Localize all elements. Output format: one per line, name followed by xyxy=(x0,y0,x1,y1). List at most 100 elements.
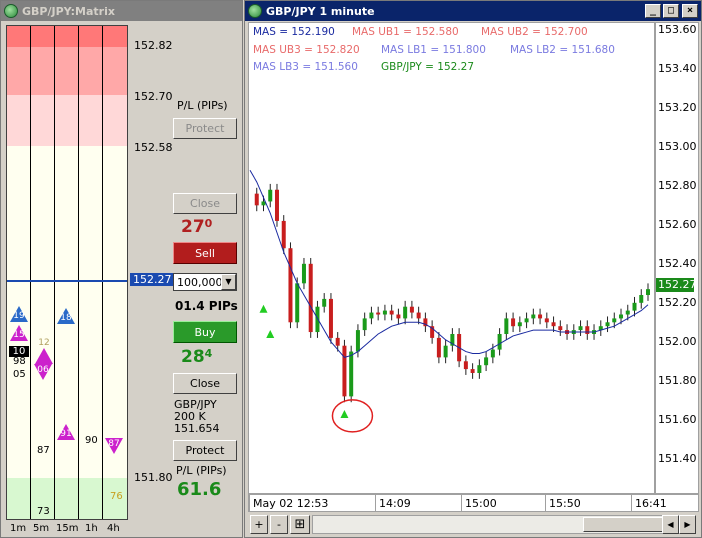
zone-ub2 xyxy=(7,47,127,95)
y-tick-label: 153.40 xyxy=(658,61,697,75)
candle-body xyxy=(497,334,502,350)
candle-body xyxy=(477,365,482,373)
annotation-circle xyxy=(331,399,374,433)
candle-body xyxy=(632,302,637,311)
buy-count: 284 xyxy=(181,347,213,367)
buy-signal-arrow xyxy=(259,304,268,313)
candle-body xyxy=(524,318,529,323)
close-sell-button[interactable]: Close xyxy=(173,193,237,214)
grid-col-line xyxy=(30,26,31,519)
candle-body xyxy=(342,345,347,397)
scroll-left-button[interactable]: ◀ xyxy=(662,515,679,534)
marker-label: 18 xyxy=(60,313,72,323)
matrix-titlebar[interactable]: GBP/JPY:Matrix xyxy=(1,1,242,21)
candle-body xyxy=(511,318,516,327)
zoom-out-button[interactable]: - xyxy=(270,515,288,534)
pl-label: P/L (PIPs) xyxy=(177,99,228,112)
y-tick-label: 153.60 xyxy=(658,22,697,36)
quantity-select[interactable]: 100,000 ▼ xyxy=(173,273,237,291)
matrix-price-level: 152.58 xyxy=(134,141,173,154)
scroll-right-button[interactable]: ▶ xyxy=(679,515,696,534)
y-tick-label: 152.20 xyxy=(658,295,697,309)
x-tick-label: 14:09 xyxy=(379,497,411,510)
candle-body xyxy=(322,298,327,307)
candle-body xyxy=(369,312,374,319)
x-tick-mark xyxy=(545,495,546,511)
x-tick-mark xyxy=(249,495,250,511)
candle-body xyxy=(538,314,543,319)
candle-body xyxy=(517,322,522,327)
candle-body xyxy=(504,318,509,334)
maximize-button[interactable]: □ xyxy=(663,4,679,18)
timeframe-label: 1m xyxy=(10,523,27,534)
candle-body xyxy=(619,314,624,319)
app-icon xyxy=(4,4,18,18)
x-tick-mark xyxy=(631,495,632,511)
chart-window: GBP/JPY 1 minute _ □ × MAS = 152.190 MAS… xyxy=(244,0,702,538)
spread-value: 01.4 PIPs xyxy=(175,299,238,313)
close-button[interactable]: × xyxy=(682,4,698,18)
cell-value: 98 xyxy=(13,356,26,367)
candle-body xyxy=(612,318,617,323)
close-buy-button[interactable]: Close xyxy=(173,373,237,394)
marker-5m-up xyxy=(35,348,53,364)
sell-count: 270 xyxy=(181,217,213,237)
matrix-window: GBP/JPY:Matrix 19 15 18 12 06 91 87 10 9… xyxy=(0,0,243,538)
current-price-tag: 152.27 xyxy=(656,278,697,292)
x-tick-mark xyxy=(375,495,376,511)
candle-body xyxy=(254,193,259,206)
quantity-value: 100,000 xyxy=(177,276,223,289)
candle-body xyxy=(443,345,448,358)
marker-label: 06 xyxy=(37,365,49,375)
candle-body xyxy=(389,310,394,315)
candle-body xyxy=(355,330,360,352)
candle-body xyxy=(268,189,273,202)
candle-body xyxy=(301,263,306,284)
scroll-thumb[interactable] xyxy=(583,517,663,532)
buy-signal-arrow xyxy=(266,330,275,339)
candle-body xyxy=(531,314,536,319)
grid-toggle-icon[interactable]: ⊞ xyxy=(290,515,310,534)
grid-col-line xyxy=(54,26,55,519)
protect-button[interactable]: Protect xyxy=(173,118,237,139)
candle-body xyxy=(490,349,495,358)
cell-value: 05 xyxy=(13,369,26,380)
timeframe-label: 4h xyxy=(107,523,120,534)
sell-button[interactable]: Sell xyxy=(173,242,237,264)
y-tick-label: 152.60 xyxy=(658,217,697,231)
grid-col-line xyxy=(78,26,79,519)
y-tick-label: 152.40 xyxy=(658,256,697,270)
zoom-in-button[interactable]: + xyxy=(250,515,268,534)
matrix-title: GBP/JPY:Matrix xyxy=(22,4,115,18)
x-tick-label: 15:00 xyxy=(465,497,497,510)
horizontal-scrollbar[interactable]: ◀ ▶ xyxy=(312,515,696,534)
candle-body xyxy=(484,357,489,366)
x-tick-label: 16:41 xyxy=(635,497,667,510)
y-tick-label: 151.40 xyxy=(658,451,697,465)
candle-body xyxy=(463,361,468,370)
candle-body xyxy=(625,310,630,315)
minimize-button[interactable]: _ xyxy=(645,4,661,18)
chart-titlebar[interactable]: GBP/JPY 1 minute _ □ × xyxy=(245,1,701,21)
price-chart xyxy=(249,170,650,433)
zone-ub1 xyxy=(7,95,127,146)
candle-body xyxy=(646,289,650,296)
position-price: 151.654 xyxy=(174,422,220,435)
protect-position-button[interactable]: Protect xyxy=(173,440,237,461)
y-tick-label: 151.60 xyxy=(658,412,697,426)
candle-body xyxy=(362,318,367,331)
candle-body xyxy=(382,310,387,315)
chevron-down-icon[interactable]: ▼ xyxy=(221,274,236,290)
candle-body xyxy=(396,314,401,319)
candle-body xyxy=(470,369,475,373)
candle-body xyxy=(558,326,563,331)
timeframe-label: 1h xyxy=(85,523,98,534)
marker-label: 91 xyxy=(60,429,72,439)
candle-body xyxy=(551,322,556,327)
candle-body xyxy=(295,283,300,323)
candle-body xyxy=(409,306,414,313)
marker-label: 12 xyxy=(38,338,50,348)
candle-body xyxy=(578,326,583,331)
buy-button[interactable]: Buy xyxy=(173,321,237,343)
x-tick-label: May 02 12:53 xyxy=(253,497,329,510)
